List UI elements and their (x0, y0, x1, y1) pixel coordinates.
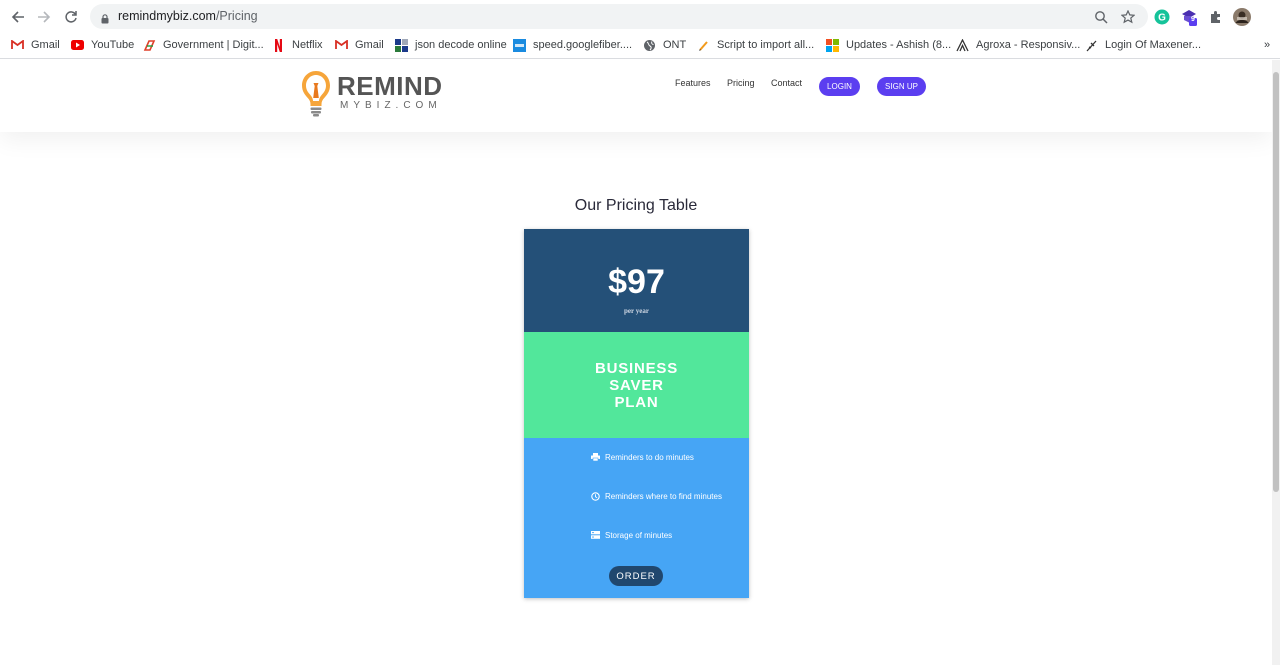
reload-button[interactable] (60, 6, 82, 28)
bookmark-label: Gmail (355, 39, 384, 51)
bookmark-label: YouTube (91, 39, 135, 51)
bookmark-label: Agroxa - Responsiv... (976, 39, 1081, 51)
arrow-left-icon (11, 11, 24, 23)
youtube-icon (71, 39, 84, 52)
json-icon (395, 38, 408, 52)
clock-icon (591, 491, 600, 501)
feature-item: Reminders to do minutes (591, 451, 694, 463)
zoom-search-icon[interactable] (1093, 9, 1109, 25)
bookmark-star-icon[interactable] (1120, 9, 1136, 25)
bookmark-label: Netflix (292, 39, 323, 51)
script-icon (697, 39, 710, 52)
site-header: REMIND MYBIZ.COM Features Pricing Contac… (0, 60, 1272, 132)
back-button[interactable] (7, 6, 29, 28)
bookmark-item[interactable]: Agroxa - Responsiv... (956, 37, 1080, 53)
address-bar[interactable]: remindmybiz.com/Pricing (90, 4, 1148, 29)
reload-icon (65, 11, 77, 23)
page-title: Our Pricing Table (574, 197, 698, 214)
bookmark-item[interactable]: Gmail (335, 37, 384, 53)
feature-label: Storage of minutes (605, 530, 673, 540)
feature-item: Reminders where to find minutes (591, 490, 722, 502)
plan-section: BUSINESS SAVER PLAN (524, 332, 749, 438)
bookmark-item[interactable]: Updates - Ashish (8... (826, 37, 951, 53)
plan-name: BUSINESS SAVER PLAN (524, 360, 749, 411)
url-text: remindmybiz.com/Pricing (118, 9, 258, 23)
forward-button[interactable] (33, 6, 55, 28)
plan-name-line: PLAN (614, 394, 659, 411)
government-icon (143, 39, 156, 52)
scrollbar-thumb[interactable] (1273, 72, 1279, 492)
nav-features[interactable]: Features (675, 78, 711, 88)
bookmark-label: Login Of Maxener... (1105, 39, 1201, 51)
bookmark-item[interactable]: ONT (643, 37, 686, 53)
logo-subtext: MYBIZ.COM (340, 100, 442, 111)
bookmark-item[interactable]: YouTube (71, 37, 134, 53)
plan-name-line: BUSINESS (594, 360, 679, 377)
browser-chrome: remindmybiz.com/Pricing G 9 Gmail YouTub… (0, 0, 1280, 59)
bookmark-item[interactable]: Netflix (272, 37, 323, 53)
storage-icon (591, 531, 600, 540)
gmail-icon (335, 39, 348, 52)
printer-icon (591, 453, 600, 462)
maxener-icon (1085, 39, 1098, 52)
pricing-card: $97 per year BUSINESS SAVER PLAN Reminde… (524, 229, 749, 598)
extension-badge-icon[interactable]: 9 (1180, 8, 1198, 26)
bookmark-label: Updates - Ashish (8... (846, 39, 952, 51)
logo-wordmark: REMIND (337, 71, 443, 101)
bookmark-label: ONT (663, 39, 687, 51)
feature-label: Reminders where to find minutes (605, 491, 722, 501)
plan-name-line: SAVER (609, 377, 664, 394)
nav-pricing[interactable]: Pricing (727, 78, 755, 88)
gmail-icon (11, 39, 24, 52)
nav-contact[interactable]: Contact (771, 78, 802, 88)
site-logo[interactable]: REMIND MYBIZ.COM (300, 69, 450, 117)
netflix-icon (272, 38, 285, 52)
overflow-label: » (1264, 39, 1271, 51)
grammarly-icon[interactable]: G (1153, 8, 1171, 26)
microsoft-icon (826, 38, 839, 52)
login-button[interactable]: LOGIN (819, 77, 860, 96)
bookmark-label: Gmail (31, 39, 60, 51)
price-amount: $97 (608, 263, 665, 301)
bookmarks-overflow-button[interactable]: » (1264, 37, 1270, 53)
browser-toolbar: remindmybiz.com/Pricing G 9 (0, 0, 1280, 33)
bookmark-label: json decode online (415, 39, 507, 51)
globe-icon (643, 39, 656, 52)
bookmark-item[interactable]: speed.googlefiber.... (513, 37, 632, 53)
bookmark-item[interactable]: json decode online (395, 37, 507, 53)
bookmark-item[interactable]: Gmail (11, 37, 60, 53)
bookmark-label: speed.googlefiber.... (533, 39, 633, 51)
lightbulb-icon (302, 71, 330, 117)
bookmark-label: Script to import all... (717, 39, 815, 51)
profile-avatar[interactable] (1233, 8, 1251, 26)
page-viewport: REMIND MYBIZ.COM Features Pricing Contac… (0, 60, 1272, 665)
bookmark-item[interactable]: Login Of Maxener... (1085, 37, 1201, 53)
puzzle-icon[interactable] (1207, 8, 1225, 26)
fiber-icon (513, 38, 526, 52)
extension-badge-count: 9 (1191, 16, 1195, 23)
bookmarks-bar: Gmail YouTube Government | Digit... Netf… (0, 33, 1280, 55)
bookmark-label: Government | Digit... (163, 39, 264, 51)
agroxa-icon (956, 38, 969, 52)
features-section: Reminders to do minutes Reminders where … (524, 438, 749, 598)
order-button[interactable]: ORDER (609, 566, 663, 586)
feature-item: Storage of minutes (591, 529, 672, 541)
page-scrollbar[interactable] (1272, 60, 1280, 665)
lock-icon (101, 11, 109, 29)
price-section: $97 per year (524, 229, 749, 332)
signup-button[interactable]: SIGN UP (877, 77, 926, 96)
bookmark-item[interactable]: Script to import all... (697, 37, 814, 53)
svg-text:G: G (1158, 13, 1166, 24)
feature-label: Reminders to do minutes (605, 452, 694, 462)
price-period: per year (624, 307, 649, 315)
bookmark-item[interactable]: Government | Digit... (143, 37, 264, 53)
arrow-right-icon (38, 11, 51, 23)
